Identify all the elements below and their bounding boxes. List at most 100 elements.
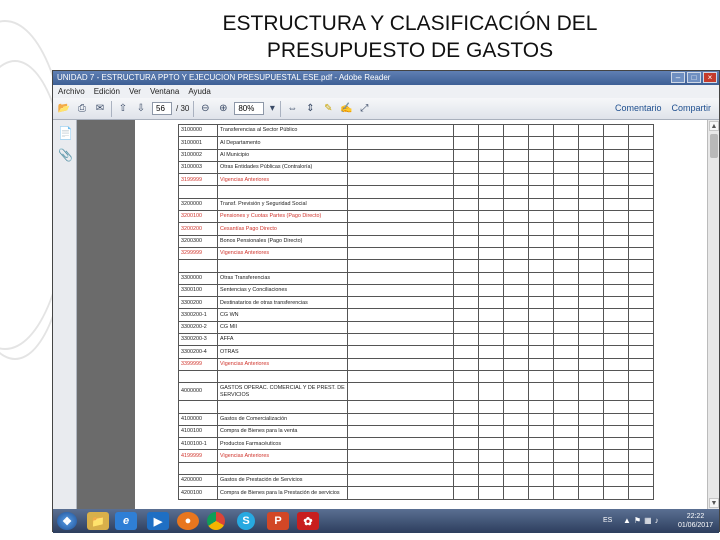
maximize-button[interactable]: □ xyxy=(687,72,701,83)
empty-cell xyxy=(453,320,479,335)
empty-cell xyxy=(628,271,654,285)
empty-cell xyxy=(603,400,629,414)
table-row: 3200200 Cesantías Pago Directo xyxy=(178,222,654,236)
empty-cell xyxy=(528,210,554,224)
attachments-icon[interactable]: 📎 xyxy=(58,148,73,162)
budget-code-cell: 3200100 xyxy=(178,210,218,224)
pdf-page: 3100000 Transferencias al Sector Público 3… xyxy=(135,120,711,509)
close-button[interactable]: × xyxy=(703,72,717,83)
empty-cell xyxy=(478,449,504,463)
empty-cell xyxy=(503,449,529,463)
empty-cell xyxy=(603,449,629,463)
menu-ventana[interactable]: Ventana xyxy=(150,85,179,98)
empty-cell xyxy=(628,400,654,414)
empty-cell xyxy=(503,148,529,162)
email-icon[interactable]: ✉ xyxy=(93,102,107,116)
comment-icon[interactable]: ✎ xyxy=(321,102,335,116)
empty-cell xyxy=(503,474,529,488)
sign-icon[interactable]: ✍ xyxy=(339,102,353,116)
tray-icons[interactable]: ▲⚑▦♪ xyxy=(623,516,662,525)
empty-cell xyxy=(347,412,454,426)
chrome-icon[interactable] xyxy=(207,512,225,530)
empty-cell xyxy=(553,308,579,322)
empty-cell xyxy=(553,320,579,335)
media-player-icon[interactable]: ▶ xyxy=(147,512,169,530)
budget-description-cell: Compra de Bienes para la Prestación de s… xyxy=(217,486,348,500)
menu-ayuda[interactable]: Ayuda xyxy=(188,85,211,98)
empty-cell xyxy=(453,283,479,298)
empty-cell xyxy=(478,210,504,224)
empty-cell xyxy=(453,308,479,322)
share-panel-button[interactable]: Compartir xyxy=(669,102,713,114)
acrobat-reader-icon[interactable]: ✿ xyxy=(297,512,319,530)
budget-code-cell: 3100000 xyxy=(178,123,218,138)
print-icon[interactable]: ⎙ xyxy=(75,102,89,116)
zoom-select[interactable] xyxy=(234,102,265,115)
empty-cell xyxy=(553,437,579,451)
page-number-input[interactable] xyxy=(152,102,172,115)
file-explorer-icon[interactable]: 📁 xyxy=(87,512,109,530)
empty-cell xyxy=(453,461,479,476)
empty-cell xyxy=(453,400,479,414)
zoom-out-icon[interactable]: ⊖ xyxy=(198,102,212,116)
empty-cell xyxy=(603,173,629,187)
empty-cell xyxy=(453,246,479,261)
empty-cell xyxy=(578,271,604,285)
empty-cell xyxy=(453,259,479,273)
scroll-down-icon[interactable]: ▼ xyxy=(709,498,719,508)
empty-cell xyxy=(628,382,654,402)
menu-ver[interactable]: Ver xyxy=(129,85,141,98)
empty-cell xyxy=(578,382,604,402)
budget-description-cell: Productos Farmacéuticos xyxy=(217,437,348,451)
clock[interactable]: 22:22 01/06/2017 xyxy=(678,512,713,530)
toolbar: 📂 ⎙ ✉ ⇧ ⇩ / 30 ⊖ ⊕ ▾ ⇔ ⇕ ✎ ✍ ⤢ Comentari… xyxy=(53,98,719,120)
window-titlebar[interactable]: UNIDAD 7 - ESTRUCTURA PPTO Y EJECUCION P… xyxy=(53,71,719,85)
vertical-scrollbar[interactable]: ▲ ▼ xyxy=(707,120,719,509)
empty-cell xyxy=(503,424,529,439)
document-viewport[interactable]: 3100000 Transferencias al Sector Público 3… xyxy=(77,120,711,509)
menu-edicion[interactable]: Edición xyxy=(94,85,120,98)
table-row: 3300200-4 OTRAS xyxy=(178,345,654,359)
budget-code-cell: 3300000 xyxy=(178,271,218,285)
fit-page-icon[interactable]: ⇔ xyxy=(285,102,299,116)
empty-cell xyxy=(528,412,554,426)
skype-icon[interactable]: S xyxy=(237,512,255,530)
budget-description-cell: AFFA xyxy=(217,333,348,347)
table-row: 3300200-1 CG WN xyxy=(178,308,654,322)
window-title: UNIDAD 7 - ESTRUCTURA PPTO Y EJECUCION P… xyxy=(57,73,391,82)
empty-cell xyxy=(347,333,454,347)
table-row: 4200000 Gastos de Prestación de Servicios xyxy=(178,474,654,488)
empty-cell xyxy=(528,369,554,384)
firefox-icon[interactable]: ● xyxy=(177,512,199,530)
empty-cell xyxy=(628,173,654,187)
chevron-down-icon[interactable]: ▾ xyxy=(268,102,276,116)
scroll-up-icon[interactable]: ▲ xyxy=(709,121,719,131)
table-row: 3199999 Vigencias Anteriores xyxy=(178,173,654,187)
empty-cell xyxy=(453,369,479,384)
start-icon[interactable]: ❖ xyxy=(57,512,77,530)
comment-panel-button[interactable]: Comentario xyxy=(613,102,664,114)
open-icon[interactable]: 📂 xyxy=(57,102,71,116)
prev-page-icon[interactable]: ⇧ xyxy=(116,102,130,116)
empty-cell xyxy=(528,333,554,347)
internet-explorer-icon[interactable]: e xyxy=(115,512,137,530)
empty-cell xyxy=(603,424,629,439)
page-thumbnails-icon[interactable]: 📄 xyxy=(58,126,73,140)
empty-cell xyxy=(528,271,554,285)
language-indicator[interactable]: ES xyxy=(603,517,612,524)
zoom-in-icon[interactable]: ⊕ xyxy=(216,102,230,116)
minimize-button[interactable]: – xyxy=(671,72,685,83)
empty-cell xyxy=(528,400,554,414)
scroll-thumb[interactable] xyxy=(710,134,718,158)
empty-cell xyxy=(578,424,604,439)
empty-cell xyxy=(478,382,504,402)
empty-cell xyxy=(347,369,454,384)
fit-width-icon[interactable]: ⇕ xyxy=(303,102,317,116)
empty-cell xyxy=(528,246,554,261)
expand-icon[interactable]: ⤢ xyxy=(357,102,371,116)
menu-archivo[interactable]: Archivo xyxy=(58,85,85,98)
empty-cell xyxy=(578,400,604,414)
next-page-icon[interactable]: ⇩ xyxy=(134,102,148,116)
powerpoint-icon[interactable]: P xyxy=(267,512,289,530)
table-row: 4100000 Gastos de Comercialización xyxy=(178,412,654,426)
